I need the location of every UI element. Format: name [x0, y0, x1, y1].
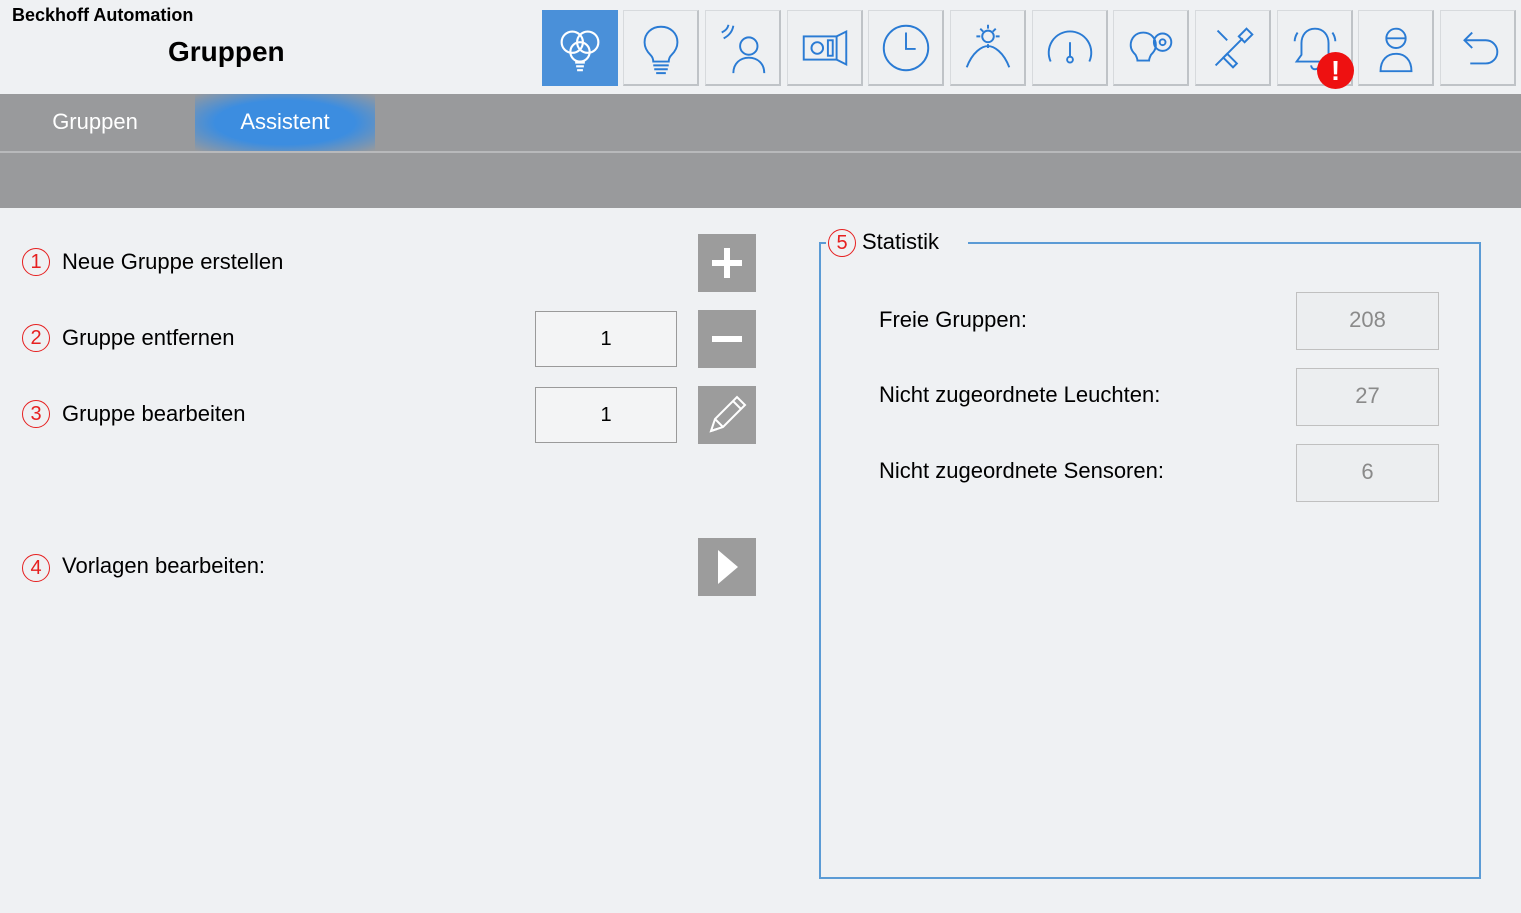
nav-button-configuration[interactable]	[1113, 10, 1189, 86]
label-unassigned-lights: Nicht zugeordnete Leuchten:	[879, 382, 1161, 407]
nav-button-timer[interactable]	[868, 10, 944, 86]
tab-assistent[interactable]: Assistent	[195, 94, 375, 151]
nav-button-lights[interactable]	[623, 10, 699, 86]
sub-toolbar	[0, 153, 1521, 208]
tab-bar: Gruppen Assistent	[0, 94, 1521, 151]
step-number-4: 4	[22, 554, 50, 582]
remove-group-button[interactable]	[698, 310, 756, 368]
edit-group-input[interactable]: 1	[535, 387, 677, 443]
bulb-icon	[643, 25, 678, 74]
nav-button-sensors[interactable]	[705, 10, 781, 86]
step-number-1: 1	[22, 248, 50, 276]
label-unassigned-sensors: Nicht zugeordnete Sensoren:	[879, 458, 1164, 483]
device-icon	[802, 29, 847, 66]
nav-button-service[interactable]	[1195, 10, 1271, 86]
user-icon	[1379, 27, 1412, 72]
add-group-button[interactable]	[698, 234, 756, 292]
value-unassigned-lights: 27	[1296, 368, 1439, 426]
nav-button-devices[interactable]	[787, 10, 863, 86]
remove-group-input[interactable]: 1	[535, 311, 677, 367]
nav-button-user[interactable]	[1358, 10, 1434, 86]
tab-gruppen[interactable]: Gruppen	[0, 94, 190, 151]
alarm-badge: !	[1317, 52, 1354, 89]
pencil-icon	[709, 395, 747, 433]
sensor-person-icon	[720, 24, 765, 73]
label-new-group: Neue Gruppe erstellen	[62, 249, 284, 274]
value-free-groups: 208	[1296, 292, 1439, 350]
label-remove-group: Gruppe entfernen	[62, 325, 235, 350]
groups-icon	[560, 30, 599, 71]
value-unassigned-sensors: 6	[1296, 444, 1439, 502]
bulb-gear-icon	[1129, 31, 1172, 62]
minus-icon	[712, 336, 742, 342]
play-arrow-icon	[718, 550, 738, 584]
label-free-groups: Freie Gruppen:	[879, 307, 1027, 332]
gauge-icon	[1047, 30, 1092, 63]
daylight-icon	[965, 24, 1010, 68]
edit-group-button[interactable]	[698, 386, 756, 444]
nav-button-daylight[interactable]	[950, 10, 1026, 86]
step-number-2: 2	[22, 324, 50, 352]
brand-name: Beckhoff Automation	[12, 5, 194, 25]
nav-button-groups[interactable]	[542, 10, 618, 86]
step-number-5: 5	[828, 229, 856, 257]
statistics-title: Statistik	[862, 229, 940, 254]
nav-button-back[interactable]	[1440, 10, 1516, 86]
nav-button-performance[interactable]	[1032, 10, 1108, 86]
plus-icon	[712, 248, 742, 278]
tools-icon	[1214, 26, 1254, 69]
label-edit-templates: Vorlagen bearbeiten:	[62, 553, 266, 578]
step-number-3: 3	[22, 400, 50, 428]
page-title: Gruppen	[168, 36, 285, 67]
back-icon	[1462, 31, 1498, 64]
clock-icon	[882, 24, 929, 71]
label-edit-group: Gruppe bearbeiten	[62, 401, 246, 426]
edit-templates-button[interactable]	[698, 538, 756, 596]
